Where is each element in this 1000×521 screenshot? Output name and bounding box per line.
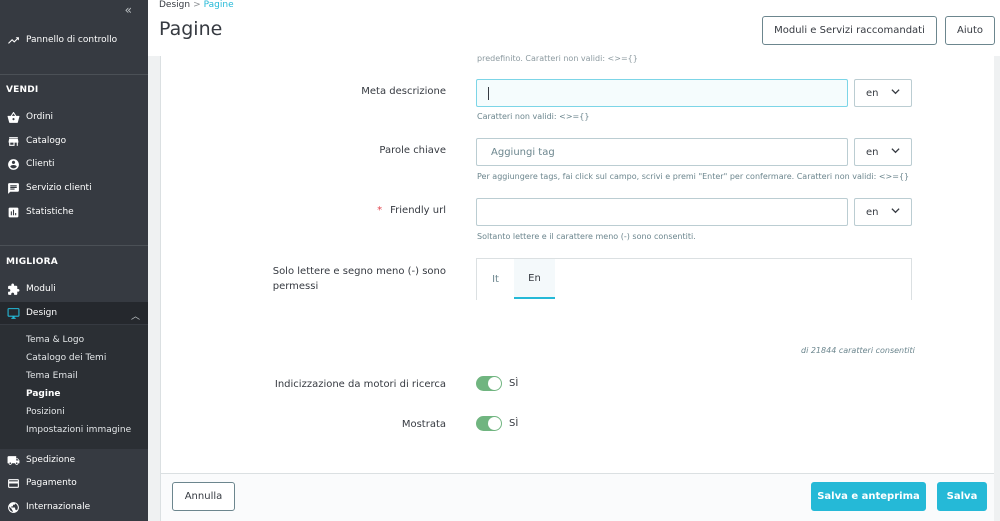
meta-description-label: Meta descrizione xyxy=(361,86,446,97)
sidebar-item-label: Pagamento xyxy=(26,478,77,488)
trending-up-icon xyxy=(6,33,20,47)
sidebar-item-modules[interactable]: Moduli xyxy=(0,278,148,300)
sidebar-item-customers[interactable]: Clienti xyxy=(0,153,148,175)
recommended-modules-button[interactable]: Moduli e Servizi raccomandati xyxy=(762,16,937,45)
sidebar-item-label: Catalogo xyxy=(26,136,67,146)
content-language-tabs: It En xyxy=(476,258,912,300)
toggle-knob xyxy=(488,377,501,390)
indexing-label: Indicizzazione da motori di ricerca xyxy=(274,379,446,390)
sidebar-item-catalog[interactable]: Catalogo xyxy=(0,130,148,152)
keywords-input[interactable]: Aggiungi tag xyxy=(476,138,848,166)
sidebar-divider xyxy=(0,74,148,75)
meta-description-lang-select[interactable]: en xyxy=(854,79,912,107)
friendly-url-help: Soltanto lettere e il carattere meno (-)… xyxy=(477,232,696,241)
sidebar-item-dashboard[interactable]: Pannello di controllo xyxy=(0,29,148,51)
collapse-sidebar-button[interactable]: « xyxy=(125,3,132,17)
breadcrumb-separator: > xyxy=(193,0,201,10)
lang-value: en xyxy=(866,87,879,99)
tab-it[interactable]: It xyxy=(477,259,514,299)
help-button[interactable]: Aiuto xyxy=(945,16,995,45)
field-help-partial: predefinito. Caratteri non validi: <>={} xyxy=(477,54,638,63)
page-scrollbar[interactable] xyxy=(994,56,1000,521)
keywords-placeholder: Aggiungi tag xyxy=(491,146,555,158)
breadcrumb-current[interactable]: Pagine xyxy=(204,0,234,10)
chevron-down-icon xyxy=(891,89,900,95)
sidebar-item-label: Spedizione xyxy=(26,455,76,465)
sidebar-item-payment[interactable]: Pagamento xyxy=(0,472,148,494)
text-cursor xyxy=(488,86,489,100)
content-label-line2: permessi xyxy=(272,281,319,292)
submenu-item-image-settings[interactable]: Impostazioni immagine xyxy=(26,425,131,435)
form-footer: Annulla Salva e anteprima Salva xyxy=(161,473,1000,521)
sidebar-item-label: Servizio clienti xyxy=(26,183,92,193)
globe-icon xyxy=(6,500,20,514)
keywords-lang-select[interactable]: en xyxy=(854,138,912,166)
sidebar-item-orders[interactable]: Ordini xyxy=(0,106,148,128)
desktop-icon xyxy=(6,306,20,320)
truck-icon xyxy=(6,453,20,467)
design-submenu: Tema & Logo Catalogo dei Temi Tema Email… xyxy=(0,325,148,449)
friendly-url-lang-select[interactable]: en xyxy=(854,198,912,226)
sidebar-item-label: Ordini xyxy=(26,112,54,122)
friendly-url-label-text: Friendly url xyxy=(390,205,446,216)
sidebar-item-international[interactable]: Internazionale xyxy=(0,496,148,518)
toggle-knob xyxy=(488,417,501,430)
chevron-down-icon xyxy=(891,148,900,154)
friendly-url-input[interactable] xyxy=(476,198,848,226)
required-mark: * xyxy=(377,205,383,216)
displayed-label: Mostrata xyxy=(401,419,446,430)
breadcrumb-parent[interactable]: Design xyxy=(159,0,190,10)
chat-icon xyxy=(6,181,20,195)
submenu-item-theme-catalog[interactable]: Catalogo dei Temi xyxy=(26,353,106,363)
save-button[interactable]: Salva xyxy=(937,482,987,511)
meta-description-help: Caratteri non validi: <>={} xyxy=(477,112,590,121)
sidebar-item-label: Clienti xyxy=(26,159,55,169)
cancel-button[interactable]: Annulla xyxy=(172,482,235,511)
lang-value: en xyxy=(866,146,879,158)
chevron-up-icon: ︿ xyxy=(130,312,140,322)
store-icon xyxy=(6,134,20,148)
indexing-toggle[interactable] xyxy=(476,376,502,391)
submenu-item-email-theme[interactable]: Tema Email xyxy=(26,371,78,381)
meta-description-input[interactable] xyxy=(476,79,848,107)
sidebar-item-label: Design xyxy=(26,308,58,318)
sidebar-item-stats[interactable]: Statistiche xyxy=(0,201,148,223)
displayed-state: SÌ xyxy=(509,418,519,429)
keywords-label: Parole chiave xyxy=(379,145,446,156)
basket-icon xyxy=(6,110,20,124)
sidebar-item-label: Moduli xyxy=(26,284,56,294)
submenu-item-theme-logo[interactable]: Tema & Logo xyxy=(26,335,84,345)
breadcrumb: Design > Pagine xyxy=(159,0,234,10)
sidebar-section-improve: MIGLIORA xyxy=(6,257,58,267)
content-label-line1: Solo lettere e segno meno (-) sono xyxy=(272,266,446,277)
save-and-preview-button[interactable]: Salva e anteprima xyxy=(811,482,926,511)
sidebar-item-label: Statistiche xyxy=(26,207,74,217)
friendly-url-label: * Friendly url xyxy=(377,205,446,216)
account-circle-icon xyxy=(6,157,20,171)
sidebar-item-label: Internazionale xyxy=(26,502,91,512)
submenu-item-positions[interactable]: Posizioni xyxy=(26,407,65,417)
content-label: Solo lettere e segno meno (-) sono perme… xyxy=(273,264,446,294)
puzzle-icon xyxy=(6,282,20,296)
bar-chart-icon xyxy=(6,205,20,219)
lang-value: en xyxy=(866,206,879,218)
credit-card-icon xyxy=(6,476,20,490)
tab-en[interactable]: En xyxy=(514,259,555,299)
displayed-toggle[interactable] xyxy=(476,416,502,431)
page-form-panel: predefinito. Caratteri non validi: <>={}… xyxy=(160,54,1000,521)
sidebar-divider xyxy=(0,245,148,246)
keywords-help: Per aggiungere tags, fai click sul campo… xyxy=(477,172,910,181)
sidebar-item-label: Pannello di controllo xyxy=(26,35,118,45)
sidebar: « Pannello di controllo VENDI Ordini Cat… xyxy=(0,0,148,521)
sidebar-item-customer-service[interactable]: Servizio clienti xyxy=(0,177,148,199)
chevron-down-icon xyxy=(891,208,900,214)
character-counter: di 21844 caratteri consentiti xyxy=(801,346,915,355)
page-title: Pagine xyxy=(159,18,223,40)
submenu-item-pages[interactable]: Pagine xyxy=(26,389,60,399)
indexing-state: SÌ xyxy=(509,378,519,389)
sidebar-section-sell: VENDI xyxy=(6,85,39,95)
sidebar-item-shipping[interactable]: Spedizione xyxy=(0,449,148,471)
page-header: Design > Pagine Pagine Moduli e Servizi ra… xyxy=(148,0,1000,56)
sidebar-item-design[interactable]: Design ︿ xyxy=(0,302,148,324)
